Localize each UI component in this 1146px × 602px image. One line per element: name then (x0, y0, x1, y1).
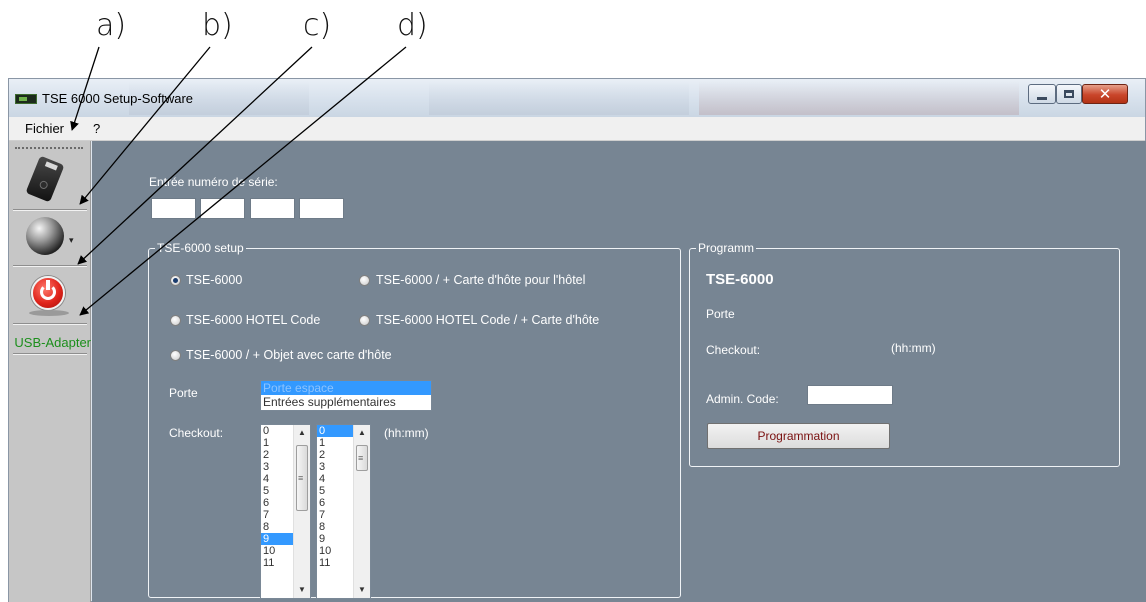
serial-field-1[interactable] (151, 198, 196, 219)
toolbar-separator (13, 265, 87, 267)
program-time-unit: (hh:mm) (891, 341, 936, 355)
program-group: Programm TSE-6000 Porte Checkout: (hh:mm… (689, 241, 1120, 467)
usb-adapter-label[interactable]: USB-Adapter (9, 335, 91, 350)
time-unit-label: (hh:mm) (384, 426, 429, 440)
toolbar-separator (13, 323, 87, 325)
power-symbol (40, 280, 56, 300)
radio-label[interactable]: TSE-6000 (186, 273, 242, 287)
device-icon (25, 155, 65, 203)
radio-label[interactable]: TSE-6000 HOTEL Code / + Carte d'hôte (376, 313, 599, 327)
radio-tse6000[interactable] (170, 275, 181, 286)
close-button[interactable]: ✕ (1082, 84, 1128, 104)
toolbar-grip[interactable] (15, 147, 83, 149)
left-toolbar: ▾ USB-Adapter (9, 141, 91, 602)
radio-label[interactable]: TSE-6000 / + Objet avec carte d'hôte (186, 348, 392, 362)
radio-object-guest-card[interactable] (170, 350, 181, 361)
globe-icon (26, 217, 64, 255)
toolbar-separator (13, 353, 87, 355)
power-base (29, 310, 69, 316)
serial-field-2[interactable] (200, 198, 245, 219)
device-button[interactable] (9, 155, 91, 205)
maximize-icon (1064, 90, 1074, 98)
title-ghost-reflection (429, 81, 689, 115)
hours-scrollbar[interactable]: ▲ ▼ (293, 425, 310, 598)
program-door-label: Porte (706, 307, 735, 321)
language-button[interactable]: ▾ (9, 213, 91, 263)
minimize-button[interactable] (1028, 84, 1056, 104)
callout-c: c) (303, 8, 332, 43)
door-label: Porte (169, 386, 198, 400)
setup-group: TSE-6000 setup TSE-6000 TSE-6000 / + Car… (148, 241, 681, 599)
serial-field-3[interactable] (250, 198, 295, 219)
radio-label[interactable]: TSE-6000 HOTEL Code (186, 313, 320, 327)
minutes-listbox[interactable]: 01234567891011 ▲ ▼ (316, 424, 371, 599)
maximize-button[interactable] (1056, 84, 1082, 104)
setup-group-title: TSE-6000 setup (155, 241, 246, 255)
admin-code-label: Admin. Code: (706, 392, 779, 406)
toolbar-separator (13, 209, 87, 211)
admin-code-input[interactable] (807, 385, 893, 405)
close-icon: ✕ (1098, 84, 1112, 103)
radio-hotel-code-guest-card[interactable] (359, 315, 370, 326)
list-item[interactable]: Porte espace (261, 381, 431, 395)
checkout-label: Checkout: (169, 426, 224, 440)
power-icon (31, 276, 65, 310)
chevron-down-icon[interactable]: ▾ (69, 235, 74, 246)
power-button[interactable] (9, 273, 91, 323)
radio-label[interactable]: TSE-6000 / + Carte d'hôte pour l'hôtel (376, 273, 585, 287)
serial-label: Entrée numéro de série: (149, 175, 278, 189)
scroll-down-icon[interactable]: ▼ (354, 582, 370, 598)
menu-file[interactable]: Fichier (25, 121, 64, 136)
scroll-down-icon[interactable]: ▼ (294, 582, 310, 598)
list-item[interactable]: Entrées supplémentaires (261, 395, 431, 409)
callout-a: a) (96, 8, 127, 43)
scroll-up-icon[interactable]: ▲ (354, 425, 370, 441)
menu-bar: Fichier ? (9, 117, 1145, 141)
minimize-icon (1037, 96, 1047, 100)
app-logo-icon (15, 94, 37, 104)
title-bar[interactable]: TSE 6000 Setup-Software ✕ (9, 79, 1145, 117)
radio-tse6000-guest-card[interactable] (359, 275, 370, 286)
app-window: TSE 6000 Setup-Software ✕ Fichier ? ▾ US… (8, 78, 1146, 602)
screenshot-root: a) b) c) d) TSE 6000 Setup-Software ✕ Fi… (0, 0, 1146, 602)
scroll-thumb[interactable] (356, 445, 368, 471)
title-ghost-reflection (699, 81, 1019, 115)
window-title: TSE 6000 Setup-Software (42, 91, 194, 106)
serial-field-4[interactable] (299, 198, 344, 219)
program-group-title: Programm (696, 241, 757, 255)
scroll-up-icon[interactable]: ▲ (294, 425, 310, 441)
program-checkout-label: Checkout: (706, 343, 761, 357)
menu-help[interactable]: ? (93, 121, 100, 136)
callout-b: b) (202, 8, 233, 43)
main-panel: Entrée numéro de série: TSE-6000 setup T… (92, 141, 1146, 602)
program-device-name: TSE-6000 (706, 271, 774, 288)
radio-hotel-code[interactable] (170, 315, 181, 326)
callout-d: d) (397, 8, 428, 43)
programming-button[interactable]: Programmation (707, 423, 890, 449)
minutes-scrollbar[interactable]: ▲ ▼ (353, 425, 370, 598)
door-listbox[interactable]: Porte espace Entrées supplémentaires (260, 380, 432, 411)
scroll-thumb[interactable] (296, 445, 308, 511)
hours-listbox[interactable]: 01234567891011 ▲ ▼ (260, 424, 311, 599)
